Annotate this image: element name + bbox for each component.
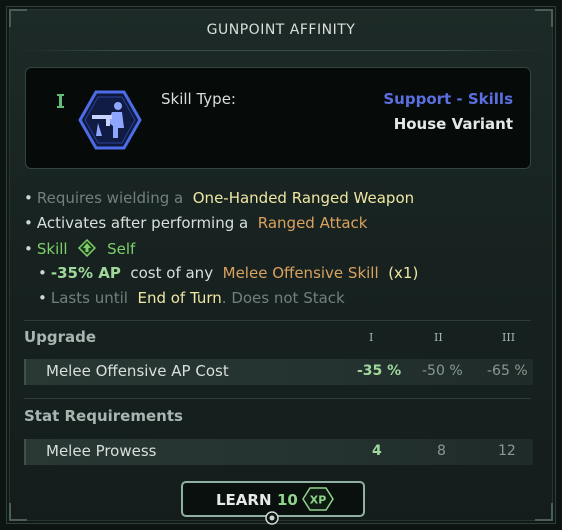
upgrade-row: Melee Offensive AP Cost -35 % -50 % -65 … — [24, 359, 533, 385]
trigger-action: Ranged Attack — [257, 214, 368, 232]
skill-category: Support - Skills — [383, 90, 513, 108]
upgrade-row-label: Melee Offensive AP Cost — [46, 362, 229, 380]
upgrade-value-3: -65 % — [487, 363, 528, 379]
xp-label: XP — [310, 494, 327, 507]
stat-requirement-row: Melee Prowess 4 8 12 — [24, 439, 533, 465]
frame-corner — [535, 503, 553, 521]
stat-value-1: 4 — [372, 443, 382, 459]
requirement-line: • Requires wielding a One-Handed Ranged W… — [24, 189, 415, 207]
rank-numeral-icon — [57, 94, 64, 108]
duration-line: • Lasts until End of Turn. Does not Stack — [38, 289, 345, 307]
button-anchor-icon — [265, 511, 279, 525]
self-target-icon — [78, 239, 97, 257]
learn-cost: 10 — [277, 491, 298, 509]
effect-line: • -35% AP cost of any Melee Offensive Ski… — [38, 264, 419, 282]
gunpoint-affinity-icon — [78, 90, 142, 150]
skill-variant: House Variant — [393, 115, 513, 133]
learn-label: LEARN — [216, 491, 272, 509]
trigger-line: • Activates after performing a Ranged Att… — [24, 214, 368, 232]
stat-value-3: 12 — [498, 443, 516, 459]
stat-value-2: 8 — [437, 443, 446, 459]
level-header-2: II — [434, 331, 443, 344]
level-header-1: I — [369, 331, 374, 344]
frame-corner — [9, 503, 27, 521]
upgrade-value-2: -50 % — [422, 363, 463, 379]
skill-title: GUNPOINT AFFINITY — [206, 22, 356, 38]
section-divider — [24, 398, 531, 399]
section-divider — [24, 320, 531, 321]
upgrade-heading: Upgrade — [24, 328, 97, 346]
skill-header: Skill Type: Support - Skills House Varia… — [25, 67, 531, 169]
title-divider — [20, 50, 542, 51]
stat-requirements-heading: Stat Requirements — [24, 407, 183, 425]
weapon-requirement: One-Handed Ranged Weapon — [192, 189, 415, 207]
level-header-3: III — [502, 331, 516, 344]
affected-skill: Melee Offensive Skill — [222, 264, 379, 282]
stat-row-label: Melee Prowess — [46, 442, 157, 460]
xp-icon: XP — [302, 487, 334, 511]
upgrade-value-1: -35 % — [357, 363, 402, 379]
skill-type-label: Skill Type: — [161, 90, 236, 108]
target-line: • Skill Self — [24, 239, 136, 258]
